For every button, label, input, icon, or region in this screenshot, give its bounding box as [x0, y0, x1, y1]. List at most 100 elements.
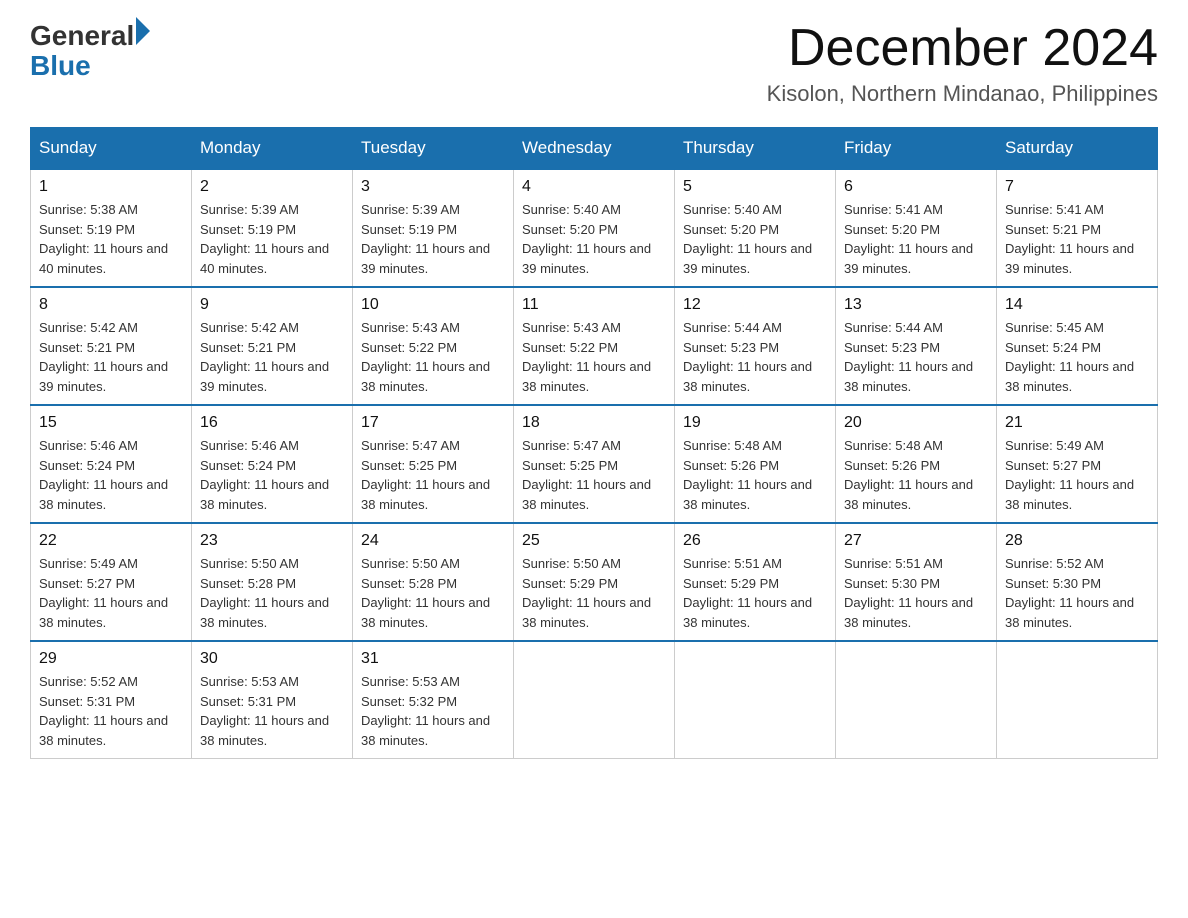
day-number: 23 [200, 532, 344, 550]
day-info: Sunrise: 5:39 AMSunset: 5:19 PMDaylight:… [361, 200, 505, 278]
calendar-day-cell: 27Sunrise: 5:51 AMSunset: 5:30 PMDayligh… [836, 523, 997, 641]
day-number: 12 [683, 296, 827, 314]
day-number: 2 [200, 178, 344, 196]
day-number: 11 [522, 296, 666, 314]
day-info: Sunrise: 5:49 AMSunset: 5:27 PMDaylight:… [1005, 436, 1149, 514]
day-number: 9 [200, 296, 344, 314]
day-number: 26 [683, 532, 827, 550]
day-info: Sunrise: 5:48 AMSunset: 5:26 PMDaylight:… [844, 436, 988, 514]
day-number: 30 [200, 650, 344, 668]
calendar-week-row: 29 Sunrise: 5:52 AMSunset: 5:31 PMDayligh… [31, 641, 1158, 759]
day-number: 1 [39, 178, 183, 196]
calendar-day-header: Thursday [675, 128, 836, 170]
calendar-table: SundayMondayTuesdayWednesdayThursdayFrid… [30, 127, 1158, 759]
calendar-day-cell [836, 641, 997, 759]
day-number: 13 [844, 296, 988, 314]
day-info: Sunrise: 5:53 AMSunset: 5:31 PMDaylight:… [200, 672, 344, 750]
day-number: 29 [39, 650, 183, 668]
day-info: Sunrise: 5:39 AMSunset: 5:19 PMDaylight:… [200, 200, 344, 278]
day-info: Sunrise: 5:44 AMSunset: 5:23 PMDaylight:… [683, 318, 827, 396]
calendar-day-cell: 31 Sunrise: 5:53 AMSunset: 5:32 PMDayligh… [353, 641, 514, 759]
day-number: 25 [522, 532, 666, 550]
day-number: 7 [1005, 178, 1149, 196]
day-number: 24 [361, 532, 505, 550]
logo: General Blue [30, 20, 150, 80]
calendar-day-cell: 16 Sunrise: 5:46 AMSunset: 5:24 PMDayligh… [192, 405, 353, 523]
day-number: 5 [683, 178, 827, 196]
day-number: 20 [844, 414, 988, 432]
day-info: Sunrise: 5:38 AMSunset: 5:19 PMDaylight:… [39, 200, 183, 278]
calendar-week-row: 22Sunrise: 5:49 AMSunset: 5:27 PMDayligh… [31, 523, 1158, 641]
calendar-week-row: 8 Sunrise: 5:42 AMSunset: 5:21 PMDaylight… [31, 287, 1158, 405]
day-number: 19 [683, 414, 827, 432]
calendar-day-cell: 6Sunrise: 5:41 AMSunset: 5:20 PMDaylight… [836, 169, 997, 287]
calendar-day-cell: 12 Sunrise: 5:44 AMSunset: 5:23 PMDayligh… [675, 287, 836, 405]
day-number: 8 [39, 296, 183, 314]
calendar-day-cell: 2 Sunrise: 5:39 AMSunset: 5:19 PMDaylight… [192, 169, 353, 287]
day-info: Sunrise: 5:52 AMSunset: 5:31 PMDaylight:… [39, 672, 183, 750]
calendar-day-cell [514, 641, 675, 759]
day-number: 28 [1005, 532, 1149, 550]
day-info: Sunrise: 5:50 AMSunset: 5:29 PMDaylight:… [522, 554, 666, 632]
day-info: Sunrise: 5:50 AMSunset: 5:28 PMDaylight:… [200, 554, 344, 632]
day-info: Sunrise: 5:41 AMSunset: 5:21 PMDaylight:… [1005, 200, 1149, 278]
calendar-day-cell: 7 Sunrise: 5:41 AMSunset: 5:21 PMDaylight… [997, 169, 1158, 287]
day-number: 3 [361, 178, 505, 196]
location-title: Kisolon, Northern Mindanao, Philippines [767, 81, 1158, 107]
calendar-day-cell: 22Sunrise: 5:49 AMSunset: 5:27 PMDayligh… [31, 523, 192, 641]
calendar-day-cell: 10 Sunrise: 5:43 AMSunset: 5:22 PMDayligh… [353, 287, 514, 405]
day-info: Sunrise: 5:46 AMSunset: 5:24 PMDaylight:… [39, 436, 183, 514]
day-number: 4 [522, 178, 666, 196]
calendar-day-cell: 30 Sunrise: 5:53 AMSunset: 5:31 PMDayligh… [192, 641, 353, 759]
calendar-day-cell: 24 Sunrise: 5:50 AMSunset: 5:28 PMDayligh… [353, 523, 514, 641]
title-section: December 2024 Kisolon, Northern Mindanao… [767, 20, 1158, 107]
day-info: Sunrise: 5:40 AMSunset: 5:20 PMDaylight:… [522, 200, 666, 278]
calendar-day-cell: 8 Sunrise: 5:42 AMSunset: 5:21 PMDaylight… [31, 287, 192, 405]
calendar-day-cell: 19Sunrise: 5:48 AMSunset: 5:26 PMDayligh… [675, 405, 836, 523]
day-number: 21 [1005, 414, 1149, 432]
logo-general-text: General [30, 20, 134, 52]
day-info: Sunrise: 5:53 AMSunset: 5:32 PMDaylight:… [361, 672, 505, 750]
logo-triangle-icon [136, 17, 150, 45]
calendar-day-cell: 3 Sunrise: 5:39 AMSunset: 5:19 PMDaylight… [353, 169, 514, 287]
day-info: Sunrise: 5:43 AMSunset: 5:22 PMDaylight:… [361, 318, 505, 396]
day-number: 15 [39, 414, 183, 432]
calendar-day-cell: 26 Sunrise: 5:51 AMSunset: 5:29 PMDayligh… [675, 523, 836, 641]
calendar-day-cell: 14Sunrise: 5:45 AMSunset: 5:24 PMDayligh… [997, 287, 1158, 405]
calendar-day-cell [997, 641, 1158, 759]
day-info: Sunrise: 5:50 AMSunset: 5:28 PMDaylight:… [361, 554, 505, 632]
day-number: 31 [361, 650, 505, 668]
calendar-day-cell: 29 Sunrise: 5:52 AMSunset: 5:31 PMDayligh… [31, 641, 192, 759]
day-number: 22 [39, 532, 183, 550]
day-info: Sunrise: 5:52 AMSunset: 5:30 PMDaylight:… [1005, 554, 1149, 632]
calendar-week-row: 15 Sunrise: 5:46 AMSunset: 5:24 PMDayligh… [31, 405, 1158, 523]
day-info: Sunrise: 5:42 AMSunset: 5:21 PMDaylight:… [39, 318, 183, 396]
day-info: Sunrise: 5:51 AMSunset: 5:29 PMDaylight:… [683, 554, 827, 632]
day-info: Sunrise: 5:41 AMSunset: 5:20 PMDaylight:… [844, 200, 988, 278]
calendar-day-header: Monday [192, 128, 353, 170]
calendar-day-header: Saturday [997, 128, 1158, 170]
day-number: 10 [361, 296, 505, 314]
day-number: 16 [200, 414, 344, 432]
calendar-day-cell: 25 Sunrise: 5:50 AMSunset: 5:29 PMDayligh… [514, 523, 675, 641]
day-info: Sunrise: 5:46 AMSunset: 5:24 PMDaylight:… [200, 436, 344, 514]
day-info: Sunrise: 5:45 AMSunset: 5:24 PMDaylight:… [1005, 318, 1149, 396]
calendar-day-cell: 17Sunrise: 5:47 AMSunset: 5:25 PMDayligh… [353, 405, 514, 523]
day-number: 17 [361, 414, 505, 432]
calendar-day-header: Tuesday [353, 128, 514, 170]
day-info: Sunrise: 5:42 AMSunset: 5:21 PMDaylight:… [200, 318, 344, 396]
calendar-day-header: Sunday [31, 128, 192, 170]
calendar-day-cell [675, 641, 836, 759]
day-number: 27 [844, 532, 988, 550]
calendar-body: 1 Sunrise: 5:38 AMSunset: 5:19 PMDaylight… [31, 169, 1158, 759]
month-title: December 2024 [767, 20, 1158, 77]
calendar-day-cell: 18Sunrise: 5:47 AMSunset: 5:25 PMDayligh… [514, 405, 675, 523]
calendar-day-header: Friday [836, 128, 997, 170]
calendar-day-cell: 1 Sunrise: 5:38 AMSunset: 5:19 PMDaylight… [31, 169, 192, 287]
day-info: Sunrise: 5:43 AMSunset: 5:22 PMDaylight:… [522, 318, 666, 396]
logo-blue-text: Blue [30, 52, 150, 80]
calendar-day-cell: 21 Sunrise: 5:49 AMSunset: 5:27 PMDayligh… [997, 405, 1158, 523]
calendar-day-cell: 15 Sunrise: 5:46 AMSunset: 5:24 PMDayligh… [31, 405, 192, 523]
day-info: Sunrise: 5:40 AMSunset: 5:20 PMDaylight:… [683, 200, 827, 278]
calendar-day-cell: 5 Sunrise: 5:40 AMSunset: 5:20 PMDaylight… [675, 169, 836, 287]
